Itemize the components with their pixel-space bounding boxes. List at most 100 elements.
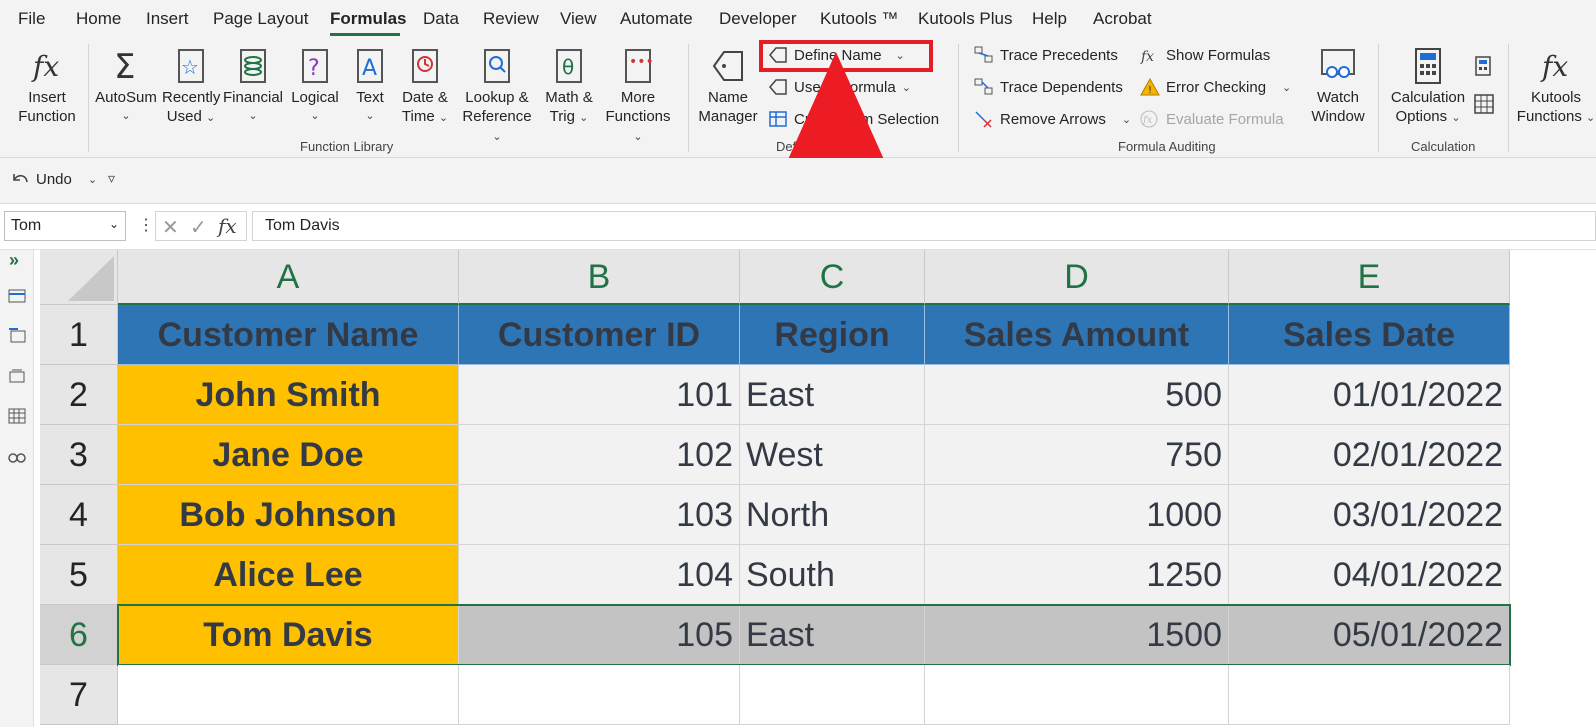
- select-all-corner[interactable]: [40, 250, 118, 305]
- menu-review[interactable]: Review: [483, 9, 539, 29]
- more-functions-button[interactable]: ••• More Functions ⌄: [600, 46, 676, 147]
- customer-name-cell[interactable]: John Smith: [118, 365, 459, 425]
- empty-cell[interactable]: [1229, 665, 1510, 725]
- sales-date-cell[interactable]: 01/01/2022: [1229, 365, 1510, 425]
- more-options-icon[interactable]: ⋮: [138, 215, 154, 235]
- menu-home[interactable]: Home: [76, 9, 121, 29]
- recently-used-button[interactable]: ☆ Recently Used ⌄: [162, 46, 220, 128]
- region-cell[interactable]: West: [740, 425, 925, 485]
- name-manager-button[interactable]: Name Manager: [696, 46, 760, 126]
- menu-file[interactable]: File: [18, 9, 45, 29]
- function-library-label: Function Library: [300, 139, 393, 154]
- sales-amount-cell[interactable]: 1500: [925, 605, 1229, 665]
- sales-amount-cell[interactable]: 1000: [925, 485, 1229, 545]
- customer-name-cell[interactable]: Jane Doe: [118, 425, 459, 485]
- enter-icon[interactable]: ✓: [190, 215, 207, 240]
- autosum-button[interactable]: Σ AutoSum ⌄: [92, 46, 160, 126]
- row-header-3[interactable]: 3: [40, 425, 118, 485]
- menu-view[interactable]: View: [560, 9, 597, 29]
- calculation-options-button[interactable]: Calculation Options ⌄: [1386, 46, 1470, 128]
- customer-id-cell[interactable]: 102: [459, 425, 740, 485]
- error-checking-button[interactable]: ! Error Checking⌄: [1140, 78, 1291, 96]
- insert-function-icon[interactable]: fx: [218, 214, 237, 238]
- customer-id-cell[interactable]: 104: [459, 545, 740, 605]
- customer-name-cell[interactable]: Alice Lee: [118, 545, 459, 605]
- table-header-cell[interactable]: Sales Amount: [925, 305, 1229, 365]
- resource-library-icon[interactable]: [8, 368, 26, 384]
- region-cell[interactable]: East: [740, 605, 925, 665]
- sales-amount-cell[interactable]: 1250: [925, 545, 1229, 605]
- workbook-icon[interactable]: [8, 288, 26, 304]
- find-replace-icon[interactable]: [8, 448, 26, 464]
- text-button[interactable]: A Text ⌄: [346, 46, 394, 126]
- menu-insert[interactable]: Insert: [146, 9, 189, 29]
- customer-id-cell[interactable]: 103: [459, 485, 740, 545]
- table-header-cell[interactable]: Sales Date: [1229, 305, 1510, 365]
- menu-page-layout[interactable]: Page Layout: [213, 9, 308, 29]
- sales-date-cell[interactable]: 05/01/2022: [1229, 605, 1510, 665]
- sales-date-cell[interactable]: 02/01/2022: [1229, 425, 1510, 485]
- insert-function-button[interactable]: fx Insert Function: [12, 46, 82, 126]
- empty-cell[interactable]: [118, 665, 459, 725]
- cancel-icon[interactable]: ✕: [162, 215, 179, 240]
- empty-cell[interactable]: [740, 665, 925, 725]
- financial-button[interactable]: Financial ⌄: [222, 46, 284, 126]
- column-header-a[interactable]: A: [118, 250, 459, 305]
- column-header-b[interactable]: B: [459, 250, 740, 305]
- menu-help[interactable]: Help: [1032, 9, 1067, 29]
- show-formulas-button[interactable]: fx Show Formulas: [1140, 46, 1270, 64]
- row-header-1[interactable]: 1: [40, 305, 118, 365]
- logical-button[interactable]: ? Logical ⌄: [286, 46, 344, 126]
- expand-pane-icon[interactable]: »: [9, 250, 19, 271]
- row-header-6[interactable]: 6: [40, 605, 118, 665]
- row-header-4[interactable]: 4: [40, 485, 118, 545]
- row-header-7[interactable]: 7: [40, 665, 118, 725]
- row-header-2[interactable]: 2: [40, 365, 118, 425]
- math-trig-button[interactable]: θ Math & Trig ⌄: [540, 46, 598, 128]
- remove-arrows-button[interactable]: Remove Arrows⌄: [974, 110, 1131, 128]
- empty-cell[interactable]: [925, 665, 1229, 725]
- row-header-5[interactable]: 5: [40, 545, 118, 605]
- sales-amount-cell[interactable]: 500: [925, 365, 1229, 425]
- table-icon[interactable]: [8, 408, 26, 424]
- sales-date-cell[interactable]: 03/01/2022: [1229, 485, 1510, 545]
- menu-data[interactable]: Data: [423, 9, 459, 29]
- trace-precedents-button[interactable]: Trace Precedents: [974, 46, 1118, 64]
- customize-qat-icon[interactable]: ▿: [108, 170, 115, 187]
- name-box[interactable]: Tom ⌄: [4, 211, 126, 241]
- evaluate-formula-button[interactable]: fx Evaluate Formula: [1140, 110, 1284, 128]
- undo-button[interactable]: Undo ⌄: [10, 170, 97, 188]
- calculate-now-icon[interactable]: [1474, 56, 1492, 76]
- menu-kutools[interactable]: Kutools ™: [820, 9, 898, 29]
- menu-developer[interactable]: Developer: [719, 9, 797, 29]
- sales-date-cell[interactable]: 04/01/2022: [1229, 545, 1510, 605]
- trace-dependents-button[interactable]: Trace Dependents: [974, 78, 1123, 96]
- customer-name-cell-active[interactable]: Tom Davis: [118, 605, 459, 665]
- kutools-functions-button[interactable]: fx Kutools Functions ⌄: [1516, 46, 1596, 128]
- chevron-down-icon: ⌄: [92, 107, 160, 126]
- column-header-d[interactable]: D: [925, 250, 1229, 305]
- menu-kutools-plus[interactable]: Kutools Plus: [918, 9, 1013, 29]
- region-cell[interactable]: South: [740, 545, 925, 605]
- menu-automate[interactable]: Automate: [620, 9, 693, 29]
- calculate-sheet-icon[interactable]: [1474, 94, 1494, 114]
- formula-input[interactable]: Tom Davis: [252, 211, 1596, 241]
- customer-id-cell[interactable]: 101: [459, 365, 740, 425]
- menu-formulas[interactable]: Formulas: [330, 9, 407, 29]
- customer-id-cell[interactable]: 105: [459, 605, 740, 665]
- customer-name-cell[interactable]: Bob Johnson: [118, 485, 459, 545]
- table-header-cell[interactable]: Customer Name: [118, 305, 459, 365]
- column-header-e[interactable]: E: [1229, 250, 1510, 305]
- sheet-list-icon[interactable]: [8, 328, 26, 344]
- date-time-button[interactable]: Date & Time ⌄: [396, 46, 454, 128]
- region-cell[interactable]: North: [740, 485, 925, 545]
- watch-window-button[interactable]: Watch Window: [1306, 46, 1370, 126]
- table-header-cell[interactable]: Region: [740, 305, 925, 365]
- sales-amount-cell[interactable]: 750: [925, 425, 1229, 485]
- lookup-reference-button[interactable]: Lookup & Reference ⌄: [456, 46, 538, 147]
- region-cell[interactable]: East: [740, 365, 925, 425]
- table-header-cell[interactable]: Customer ID: [459, 305, 740, 365]
- column-header-c[interactable]: C: [740, 250, 925, 305]
- menu-acrobat[interactable]: Acrobat: [1093, 9, 1152, 29]
- empty-cell[interactable]: [459, 665, 740, 725]
